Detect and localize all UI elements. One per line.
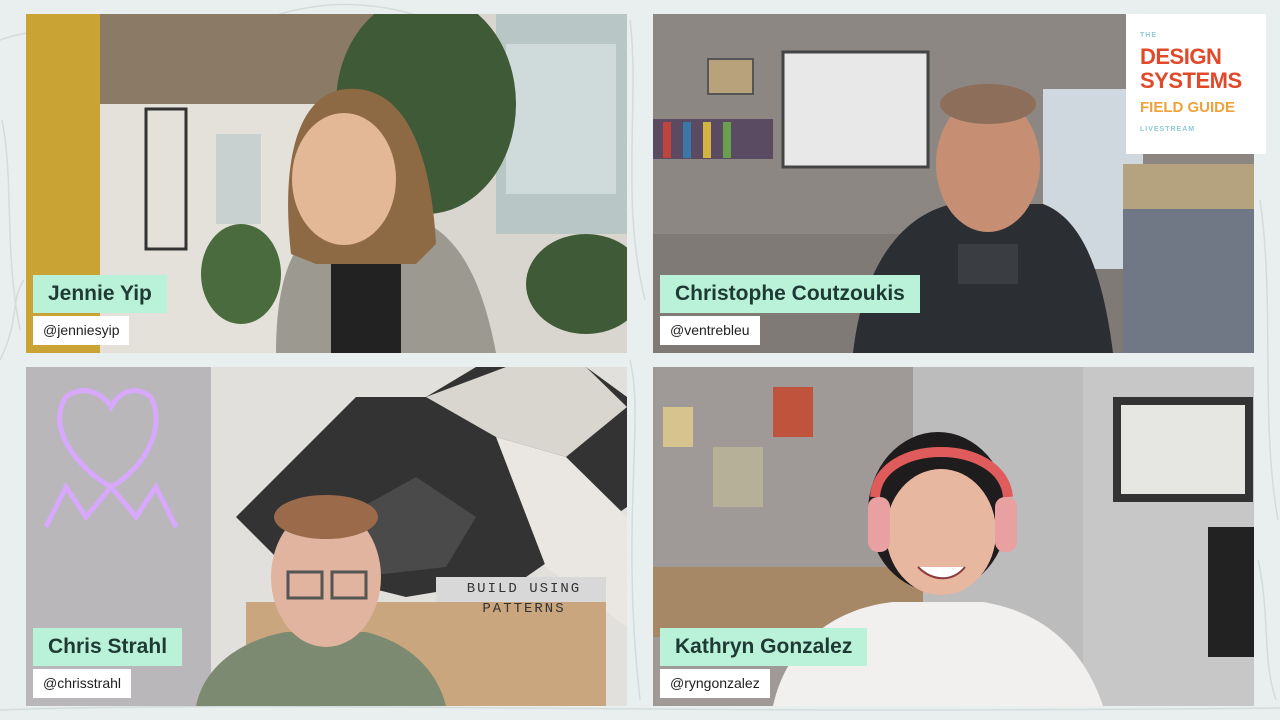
participant-name: Kathryn Gonzalez — [660, 628, 868, 666]
sign-line-1: BUILD USING — [466, 581, 582, 597]
participant-handle: @ryngonzalez — [660, 669, 770, 698]
participant-handle: @ventrebleu — [660, 316, 760, 345]
sign-line-2: PATTERNS — [482, 601, 566, 617]
logo-line-design: DESIGN — [1140, 44, 1222, 69]
participant-name: Christophe Coutzoukis — [660, 275, 920, 313]
logo-the: THE — [1140, 32, 1157, 39]
logo-line-systems: SYSTEMS — [1140, 68, 1242, 93]
video-tile-kathryn-gonzalez[interactable]: Kathryn Gonzalez @ryngonzalez — [653, 367, 1254, 706]
participant-name: Chris Strahl — [33, 628, 183, 666]
participant-handle: @jenniesyip — [33, 316, 130, 345]
participant-name: Jennie Yip — [33, 275, 167, 313]
build-using-patterns-sign: BUILD USING PATTERNS — [444, 579, 604, 619]
logo-line-field-guide: FIELD GUIDE — [1140, 99, 1236, 116]
design-systems-field-guide-logo: THE DESIGN SYSTEMS FIELD GUIDE LIVESTREA… — [1126, 14, 1266, 154]
video-tile-chris-strahl[interactable]: BUILD USING PATTERNS Chris Strahl @chris… — [26, 367, 627, 706]
logo-livestream: LIVESTREAM — [1140, 126, 1196, 133]
participant-handle: @chrisstrahl — [33, 669, 132, 698]
video-tile-jennie-yip[interactable]: Jennie Yip @jenniesyip — [26, 14, 627, 353]
